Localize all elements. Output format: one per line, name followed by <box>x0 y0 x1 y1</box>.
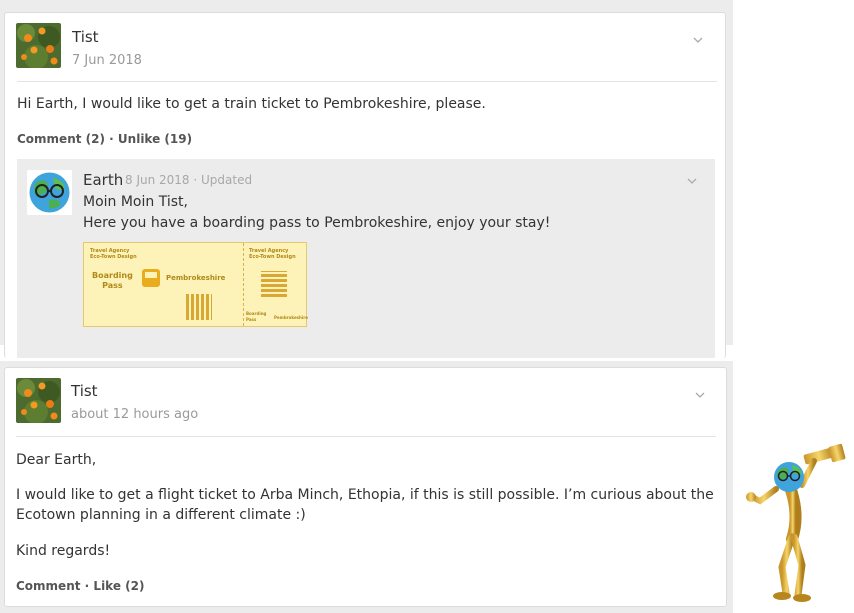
reply-date: 8 Jun 2018 · Updated <box>125 173 252 187</box>
chevron-down-icon[interactable] <box>687 174 697 187</box>
reply-line-2: Here you have a boarding pass to Pembrok… <box>83 215 551 231</box>
bus-icon <box>142 269 160 287</box>
avatar[interactable] <box>16 23 61 68</box>
divider <box>17 81 717 82</box>
ticket-stub-agency-line-2: Eco-Town Design <box>249 254 296 260</box>
post-author[interactable]: Tist <box>71 382 98 400</box>
ticket-perforation <box>243 243 244 326</box>
ticket-stub-title: Boarding Pass <box>246 311 267 322</box>
golden-figure-telescope-icon <box>746 443 846 602</box>
like-link[interactable]: Unlike (19) <box>118 132 192 146</box>
chevron-down-icon[interactable] <box>695 388 705 401</box>
post-closing: Kind regards! <box>16 543 111 559</box>
reply-updated: · Updated <box>193 173 253 187</box>
ticket-stub-destination: Pembrokeshire <box>274 315 308 320</box>
post-text-line-1: I would like to get a flight ticket to A… <box>16 487 714 503</box>
post-date: about 12 hours ago <box>71 407 199 422</box>
ticket-stub-agency: Travel Agency Eco-Town Design <box>249 248 296 260</box>
post-actions: Comment (2) · Unlike (19) <box>17 132 192 146</box>
reply-comment: Earth 8 Jun 2018 · Updated Moin Moin Tis… <box>17 159 715 358</box>
comment-link[interactable]: Comment (2) <box>17 132 105 146</box>
reply-line-1: Moin Moin Tist, <box>83 194 188 210</box>
reply-date-text: 8 Jun 2018 <box>125 173 190 187</box>
ticket-title: Boarding Pass <box>92 271 133 291</box>
post-greeting: Dear Earth, <box>16 452 97 468</box>
mascot-telescope-figure <box>742 443 852 603</box>
orange-tree-avatar-icon <box>16 23 61 68</box>
ticket-agency: Travel Agency Eco-Town Design <box>90 248 137 260</box>
chevron-down-icon[interactable] <box>693 33 703 46</box>
post-actions: Comment · Like (2) <box>16 579 144 593</box>
ticket-destination: Pembrokeshire <box>166 274 226 282</box>
comment-link[interactable]: Comment <box>16 579 80 593</box>
divider <box>16 436 716 437</box>
post-card-2: Tist about 12 hours ago Dear Earth, I wo… <box>4 367 727 607</box>
avatar[interactable] <box>16 378 61 423</box>
boarding-pass-image[interactable]: Travel Agency Eco-Town Design Boarding P… <box>83 242 308 327</box>
earth-with-glasses-avatar-icon <box>27 170 72 215</box>
action-separator: · <box>84 579 90 593</box>
qr-code-icon <box>186 294 212 320</box>
orange-tree-avatar-icon <box>16 378 61 423</box>
post-card-1: Tist 7 Jun 2018 Hi Earth, I would like t… <box>4 12 726 358</box>
avatar[interactable] <box>27 170 72 215</box>
like-link[interactable]: Like (2) <box>93 579 144 593</box>
post-author[interactable]: Tist <box>72 28 99 46</box>
ticket-title-line-1: Boarding <box>92 271 133 280</box>
post-date: 7 Jun 2018 <box>72 53 142 68</box>
ticket-agency-line-2: Eco-Town Design <box>90 254 137 260</box>
post-text: Hi Earth, I would like to get a train ti… <box>17 96 486 112</box>
post-text-line-2: Ecotown planning in a different climate … <box>16 507 306 523</box>
reply-author[interactable]: Earth <box>83 171 123 189</box>
qr-code-icon <box>261 271 287 297</box>
action-separator: · <box>109 132 114 146</box>
ticket-title-line-2: Pass <box>102 281 123 290</box>
